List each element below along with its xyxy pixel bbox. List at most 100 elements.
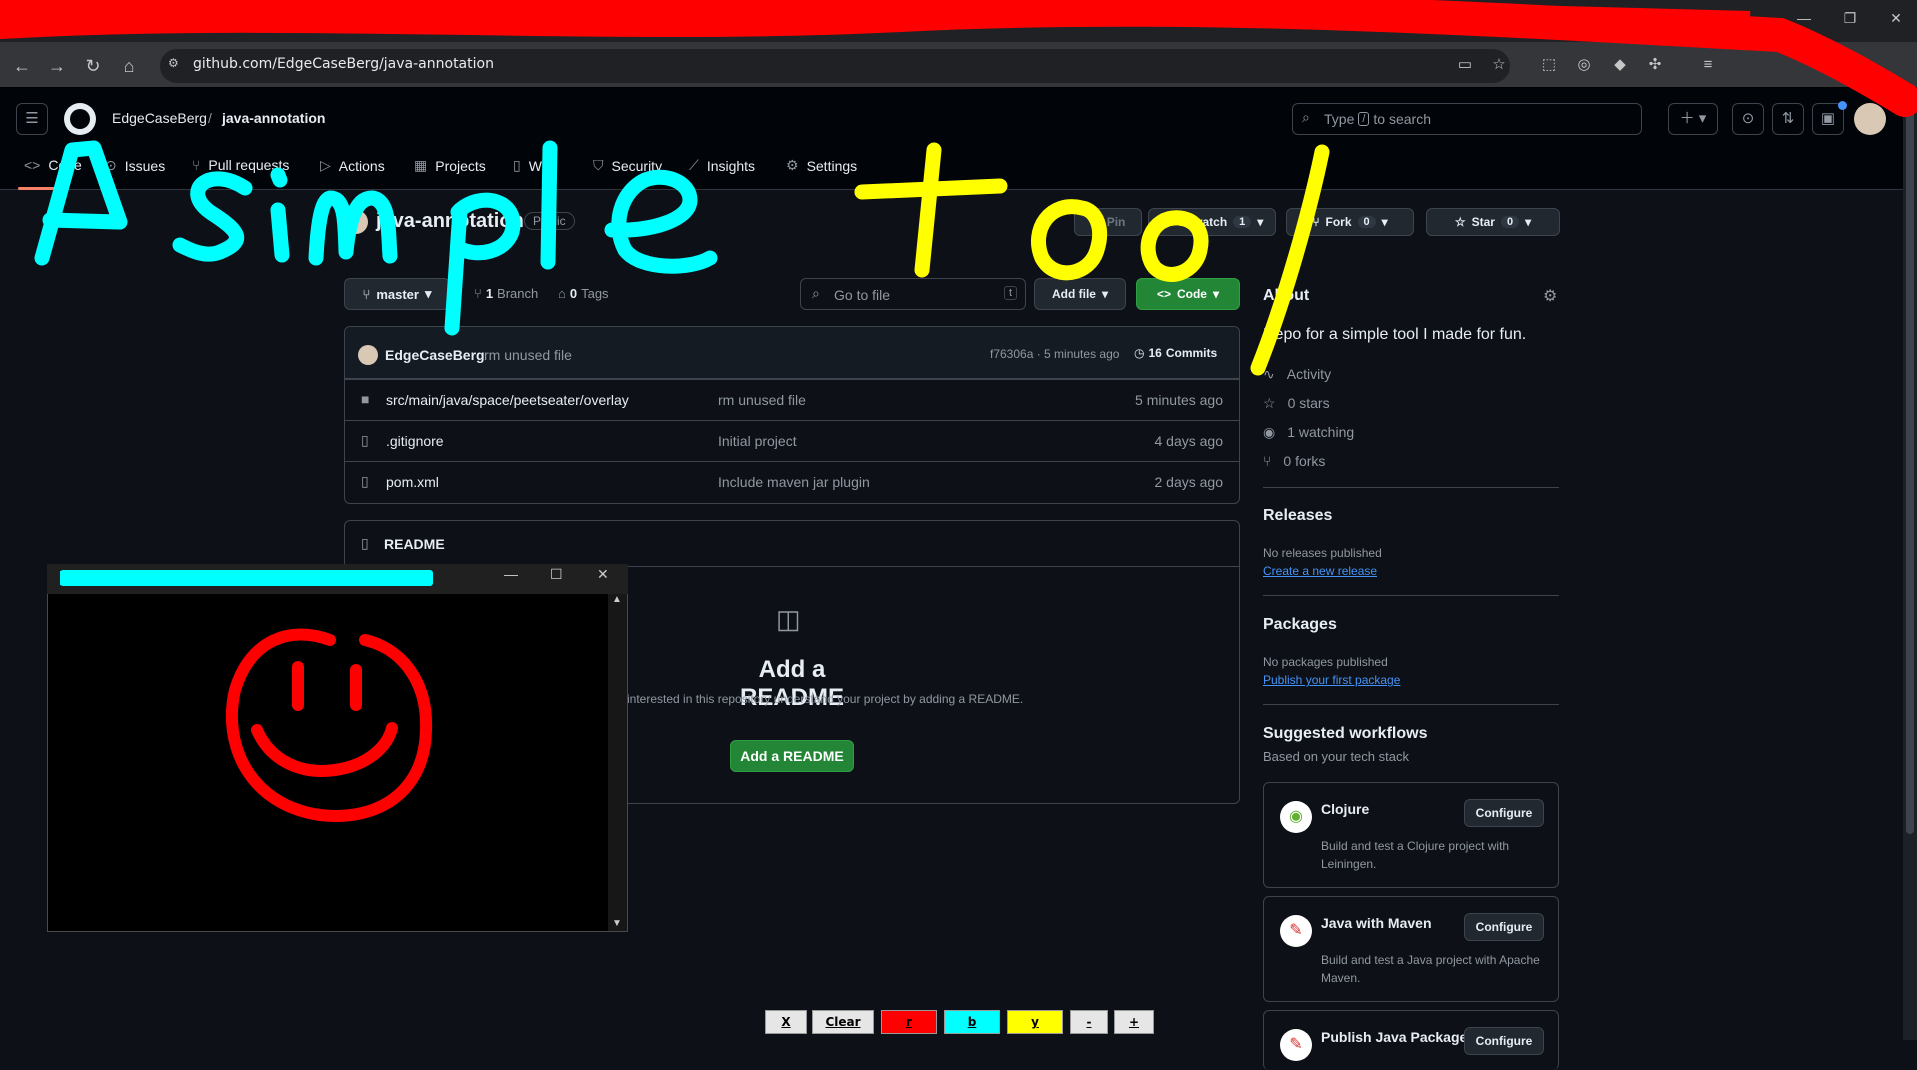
owner-avatar [344, 210, 368, 234]
palette-label: Clear [825, 1015, 861, 1029]
activity-link[interactable]: ∿ Activity [1263, 366, 1331, 383]
minimize-icon[interactable]: — [504, 566, 518, 582]
home-icon[interactable]: ⌂ [115, 52, 143, 80]
releases-heading[interactable]: Releases [1263, 507, 1332, 525]
file-age: 4 days ago [1154, 433, 1224, 449]
tab-projects[interactable]: ▦ Projects [414, 157, 486, 174]
media-icon[interactable]: ≡ [1695, 52, 1721, 78]
tab-actions[interactable]: ▷ Actions [320, 157, 385, 174]
unwatch-button[interactable]: ◉ Unwatch 1 ▾ [1148, 208, 1276, 236]
selected-tab-underline [18, 187, 58, 190]
tab-settings[interactable]: ⚙ Settings [786, 157, 857, 174]
forks-link[interactable]: ⑂ 0 forks [1263, 453, 1325, 469]
palette-decrease-button[interactable]: - [1070, 1010, 1108, 1034]
overlay-scrollbar[interactable] [608, 594, 627, 931]
back-arrow-icon[interactable]: ← [8, 52, 36, 80]
fork-label: Fork [1325, 215, 1352, 229]
publish-package-link[interactable]: Publish your first package [1263, 673, 1400, 687]
tab-label: Pull requests [208, 157, 290, 173]
file-row[interactable]: ▯ .gitignore Initial project 4 days ago [345, 420, 1239, 461]
file-commit-message[interactable]: rm unused file [718, 392, 806, 408]
overlay-tool-window[interactable] [47, 564, 628, 932]
watching-link[interactable]: ◉ 1 watching [1263, 424, 1354, 441]
extension-icon[interactable]: ◎ [1571, 52, 1597, 78]
pin-button[interactable]: ⊿ Pin [1074, 208, 1142, 236]
github-logo-icon[interactable] [64, 103, 96, 135]
add-readme-button[interactable]: Add a README [730, 740, 854, 772]
palette-cyan-button[interactable]: b [944, 1010, 1000, 1034]
palette-increase-button[interactable]: + [1114, 1010, 1154, 1034]
bookmark-star-icon[interactable]: ☆ [1486, 52, 1512, 78]
puzzle-icon[interactable]: ✣ [1642, 52, 1668, 78]
search-placeholder-post: to search [1373, 111, 1432, 127]
pull-requests-icon[interactable]: ⇅ [1772, 103, 1804, 135]
divider [1263, 704, 1559, 705]
gear-icon[interactable]: ⚙ [1543, 286, 1557, 306]
code-button[interactable]: <> Code ▾ [1136, 278, 1240, 310]
site-info-icon[interactable]: ⚙ [168, 56, 179, 70]
breadcrumb-owner[interactable]: EdgeCaseBerg [112, 110, 207, 126]
star-button[interactable]: ☆ Star 0 ▾ [1426, 208, 1560, 236]
tab-issues[interactable]: ⊙ Issues [105, 157, 165, 174]
page-scrollbar[interactable] [1903, 90, 1917, 1040]
breadcrumb-repo[interactable]: java-annotation [222, 110, 325, 126]
url-text[interactable]: github.com/EdgeCaseBerg/java-annotation [193, 53, 494, 75]
close-icon[interactable]: ✕ [597, 566, 609, 583]
palette-clear-button[interactable]: Clear [812, 1010, 874, 1034]
extension-icon[interactable]: ⬚ [1536, 52, 1562, 78]
file-row[interactable]: ▯ pom.xml Include maven jar plugin 2 day… [345, 461, 1239, 502]
file-name[interactable]: src/main/java/space/peetseater/overlay [386, 392, 629, 408]
create-release-link[interactable]: Create a new release [1263, 564, 1377, 578]
commit-author[interactable]: EdgeCaseBerg [385, 347, 485, 363]
commits-link[interactable]: ◷ 16 Commits [1134, 346, 1217, 360]
configure-button[interactable]: Configure [1464, 799, 1544, 827]
palette-yellow-button[interactable]: y [1007, 1010, 1063, 1034]
issues-icon[interactable]: ⊙ [1732, 103, 1764, 135]
tab-insights[interactable]: ⟋ Insights [689, 157, 755, 174]
tab-security[interactable]: ⛉ Security [593, 157, 662, 174]
forward-arrow-icon[interactable]: → [43, 52, 71, 80]
tab-code[interactable]: <> Code [24, 157, 82, 173]
tab-pull-requests[interactable]: ⑂ Pull requests [192, 157, 289, 173]
file-commit-message[interactable]: Initial project [718, 433, 797, 449]
scroll-down-icon[interactable]: ▼ [612, 918, 622, 929]
pull-request-icon: ⑂ [192, 157, 201, 173]
palette-label: y [1031, 1015, 1039, 1029]
tab-wiki[interactable]: ▯ Wiki [513, 157, 555, 174]
file-name[interactable]: .gitignore [386, 433, 444, 449]
branch-select[interactable]: ⑂ master ▾ [344, 278, 450, 310]
restore-icon[interactable]: ❐ [1830, 10, 1870, 27]
file-name[interactable]: pom.xml [386, 474, 439, 490]
stars-link[interactable]: ☆ 0 stars [1263, 395, 1330, 412]
scroll-up-icon[interactable]: ▲ [612, 594, 622, 605]
minimize-icon[interactable]: — [1784, 10, 1824, 26]
close-icon[interactable]: ✕ [1876, 10, 1916, 27]
reload-icon[interactable]: ↻ [79, 52, 107, 80]
configure-button[interactable]: Configure [1464, 1027, 1544, 1055]
readme-header-label[interactable]: README [384, 536, 445, 552]
palette-red-button[interactable]: r [881, 1010, 937, 1034]
branches-label: Branch [497, 286, 539, 301]
repo-title[interactable]: java-annotation [376, 210, 524, 233]
configure-button[interactable]: Configure [1464, 913, 1544, 941]
file-row[interactable]: ■ src/main/java/space/peetseater/overlay… [345, 379, 1239, 420]
code-icon: <> [1156, 287, 1171, 301]
create-new-button[interactable]: ＋ ▾ [1668, 103, 1718, 135]
branches-link[interactable]: ⑂ 1 Branch [474, 286, 538, 301]
pulse-icon: ∿ [1263, 366, 1275, 382]
packages-heading[interactable]: Packages [1263, 616, 1337, 634]
extension-icon[interactable]: ◆ [1607, 52, 1633, 78]
commit-hash-time[interactable]: f76306a · 5 minutes ago [990, 347, 1119, 361]
cast-icon[interactable]: ▭ [1452, 52, 1478, 78]
fork-button[interactable]: ⑂ Fork 0 ▾ [1286, 208, 1414, 236]
file-commit-message[interactable]: Include maven jar plugin [718, 474, 870, 490]
table-icon: ▦ [414, 157, 428, 173]
breadcrumb-separator: / [208, 110, 212, 126]
avatar[interactable] [1854, 103, 1886, 135]
add-file-button[interactable]: Add file ▾ [1034, 278, 1126, 310]
commit-message[interactable]: rm unused file [484, 347, 572, 363]
maximize-icon[interactable]: ☐ [550, 566, 563, 583]
palette-close-button[interactable]: X [765, 1010, 807, 1034]
menu-icon[interactable]: ☰ [16, 103, 48, 135]
tags-link[interactable]: ⌂ 0 Tags [558, 286, 609, 301]
